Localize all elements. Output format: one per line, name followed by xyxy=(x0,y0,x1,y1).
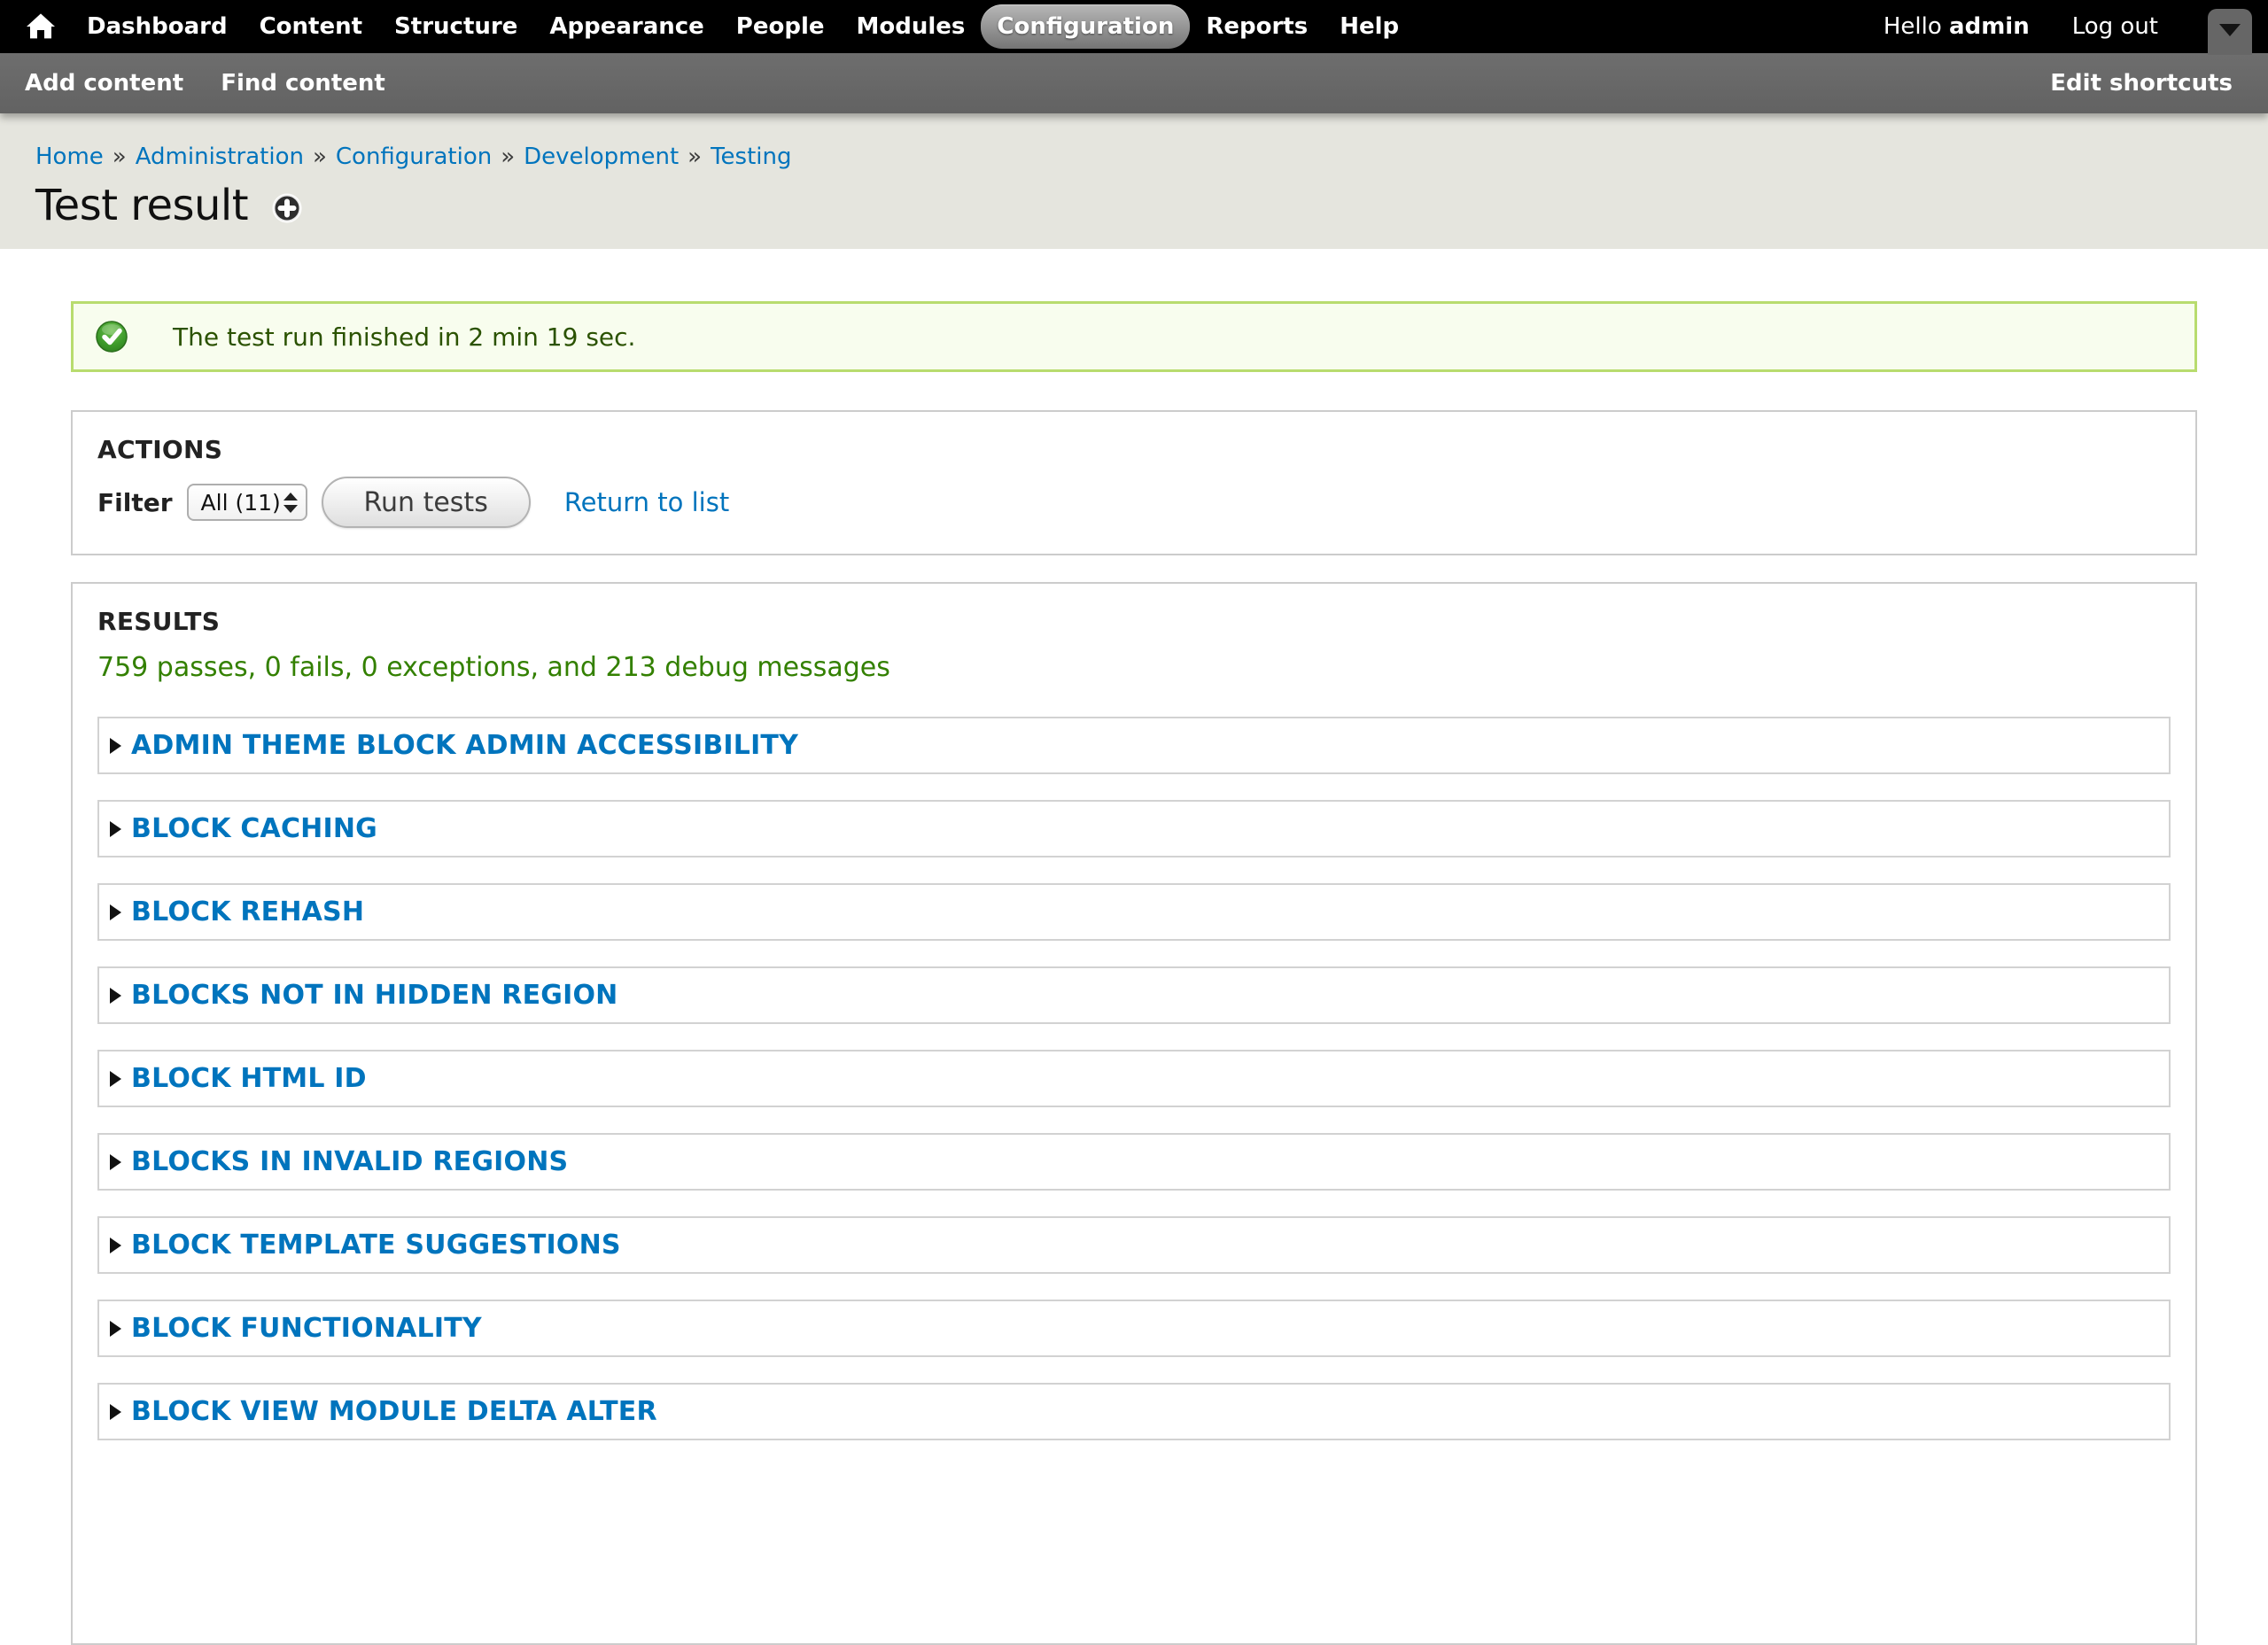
filter-select[interactable]: All (11) xyxy=(187,484,307,521)
menu-item-configuration[interactable]: Configuration xyxy=(981,4,1190,49)
edit-shortcuts-link[interactable]: Edit shortcuts xyxy=(2050,70,2233,97)
breadcrumb-link-testing[interactable]: Testing xyxy=(711,144,791,170)
breadcrumb-link-development[interactable]: Development xyxy=(524,144,679,170)
check-circle-icon xyxy=(95,320,128,353)
greeting-text: Hello admin xyxy=(1884,13,2030,40)
menu-item-reports[interactable]: Reports xyxy=(1190,4,1324,49)
up-down-arrows-icon xyxy=(284,493,298,513)
results-summary: 759 passes, 0 fails, 0 exceptions, and 2… xyxy=(97,652,2171,683)
test-group-row-block-functionality[interactable]: BLOCK FUNCTIONALITY xyxy=(97,1300,2171,1357)
shortcut-add-content[interactable]: Add content xyxy=(25,70,183,97)
breadcrumb-separator: » xyxy=(501,144,515,170)
test-group-title[interactable]: BLOCK VIEW MODULE DELTA ALTER xyxy=(131,1396,657,1427)
actions-row: Filter All (11) Run tests Return to list xyxy=(97,477,2171,528)
menu-item-content[interactable]: Content xyxy=(244,4,378,49)
triangle-right-icon xyxy=(110,821,121,837)
test-group-row-admin-theme-block-admin-accessibility[interactable]: ADMIN THEME BLOCK ADMIN ACCESSIBILITY xyxy=(97,717,2171,774)
triangle-right-icon xyxy=(110,904,121,920)
actions-fieldset: ACTIONS Filter All (11) Run tests Return… xyxy=(71,410,2197,555)
test-group-title[interactable]: BLOCK HTML ID xyxy=(131,1063,367,1094)
toolbar-toggle-button[interactable] xyxy=(2208,9,2252,55)
test-group-title[interactable]: BLOCK REHASH xyxy=(131,896,364,927)
test-group-row-block-template-suggestions[interactable]: BLOCK TEMPLATE SUGGESTIONS xyxy=(97,1216,2171,1274)
breadcrumb: Home » Administration » Configuration » Develo… xyxy=(35,144,2233,170)
status-message-text: The test run finished in 2 min 19 sec. xyxy=(173,322,635,352)
toolbar-account-area: Hello admin Log out xyxy=(1884,13,2158,40)
test-group-title[interactable]: BLOCK TEMPLATE SUGGESTIONS xyxy=(131,1230,621,1261)
admin-toolbar: DashboardContentStructureAppearancePeopl… xyxy=(0,0,2268,53)
test-group-title[interactable]: BLOCK FUNCTIONALITY xyxy=(131,1313,482,1344)
test-group-row-block-html-id[interactable]: BLOCK HTML ID xyxy=(97,1050,2171,1107)
test-group-row-block-view-module-delta-alter[interactable]: BLOCK VIEW MODULE DELTA ALTER xyxy=(97,1383,2171,1440)
test-group-row-blocks-in-invalid-regions[interactable]: BLOCKS IN INVALID REGIONS xyxy=(97,1133,2171,1191)
menu-item-dashboard[interactable]: Dashboard xyxy=(71,4,244,49)
test-group-title[interactable]: BLOCKS IN INVALID REGIONS xyxy=(131,1146,568,1177)
breadcrumb-link-administration[interactable]: Administration xyxy=(136,144,304,170)
actions-legend: ACTIONS xyxy=(97,435,2171,464)
results-fieldset: RESULTS 759 passes, 0 fails, 0 exception… xyxy=(71,582,2197,1645)
main-content: The test run finished in 2 min 19 sec. A… xyxy=(0,301,2268,1645)
home-button[interactable] xyxy=(21,13,64,40)
test-group-row-block-caching[interactable]: BLOCK CACHING xyxy=(97,800,2171,857)
test-group-title[interactable]: ADMIN THEME BLOCK ADMIN ACCESSIBILITY xyxy=(131,730,798,761)
test-group-list: ADMIN THEME BLOCK ADMIN ACCESSIBILITY BLO… xyxy=(97,717,2171,1440)
username: admin xyxy=(1949,13,2030,40)
toolbar-menu: DashboardContentStructureAppearancePeopl… xyxy=(71,4,1415,49)
page-header: Home » Administration » Configuration » Develo… xyxy=(0,113,2268,249)
triangle-right-icon xyxy=(110,738,121,754)
breadcrumb-separator: » xyxy=(313,144,327,170)
return-to-list-link[interactable]: Return to list xyxy=(564,487,729,517)
menu-item-appearance[interactable]: Appearance xyxy=(533,4,719,49)
menu-item-help[interactable]: Help xyxy=(1324,4,1415,49)
chevron-down-icon xyxy=(2219,24,2241,36)
logout-link[interactable]: Log out xyxy=(2072,13,2158,40)
triangle-right-icon xyxy=(110,988,121,1004)
triangle-right-icon xyxy=(110,1321,121,1337)
shortcut-find-content[interactable]: Find content xyxy=(221,70,385,97)
run-tests-button[interactable]: Run tests xyxy=(322,477,531,528)
results-legend: RESULTS xyxy=(97,607,2171,636)
menu-item-people[interactable]: People xyxy=(720,4,841,49)
triangle-right-icon xyxy=(110,1238,121,1253)
shortcut-bar: Add content Find content Edit shortcuts xyxy=(0,53,2268,113)
status-message: The test run finished in 2 min 19 sec. xyxy=(71,301,2197,372)
home-icon xyxy=(27,13,55,40)
menu-item-structure[interactable]: Structure xyxy=(378,4,533,49)
filter-select-value: All (11) xyxy=(201,490,281,516)
test-group-row-blocks-not-in-hidden-region[interactable]: BLOCKS NOT IN HIDDEN REGION xyxy=(97,966,2171,1024)
test-group-title[interactable]: BLOCK CACHING xyxy=(131,813,377,844)
breadcrumb-separator: » xyxy=(113,144,127,170)
triangle-right-icon xyxy=(110,1071,121,1087)
page-title: Test result xyxy=(35,181,248,230)
breadcrumb-link-home[interactable]: Home xyxy=(35,144,104,170)
page-title-row: Test result xyxy=(35,181,2233,230)
triangle-right-icon xyxy=(110,1154,121,1170)
shortcut-items: Add content Find content xyxy=(25,70,385,97)
breadcrumb-separator: » xyxy=(687,144,702,170)
filter-label: Filter xyxy=(97,488,173,517)
test-group-row-block-rehash[interactable]: BLOCK REHASH xyxy=(97,883,2171,941)
plus-circle-icon[interactable] xyxy=(271,192,303,224)
breadcrumb-link-configuration[interactable]: Configuration xyxy=(336,144,492,170)
menu-item-modules[interactable]: Modules xyxy=(841,4,982,49)
test-group-title[interactable]: BLOCKS NOT IN HIDDEN REGION xyxy=(131,980,617,1011)
